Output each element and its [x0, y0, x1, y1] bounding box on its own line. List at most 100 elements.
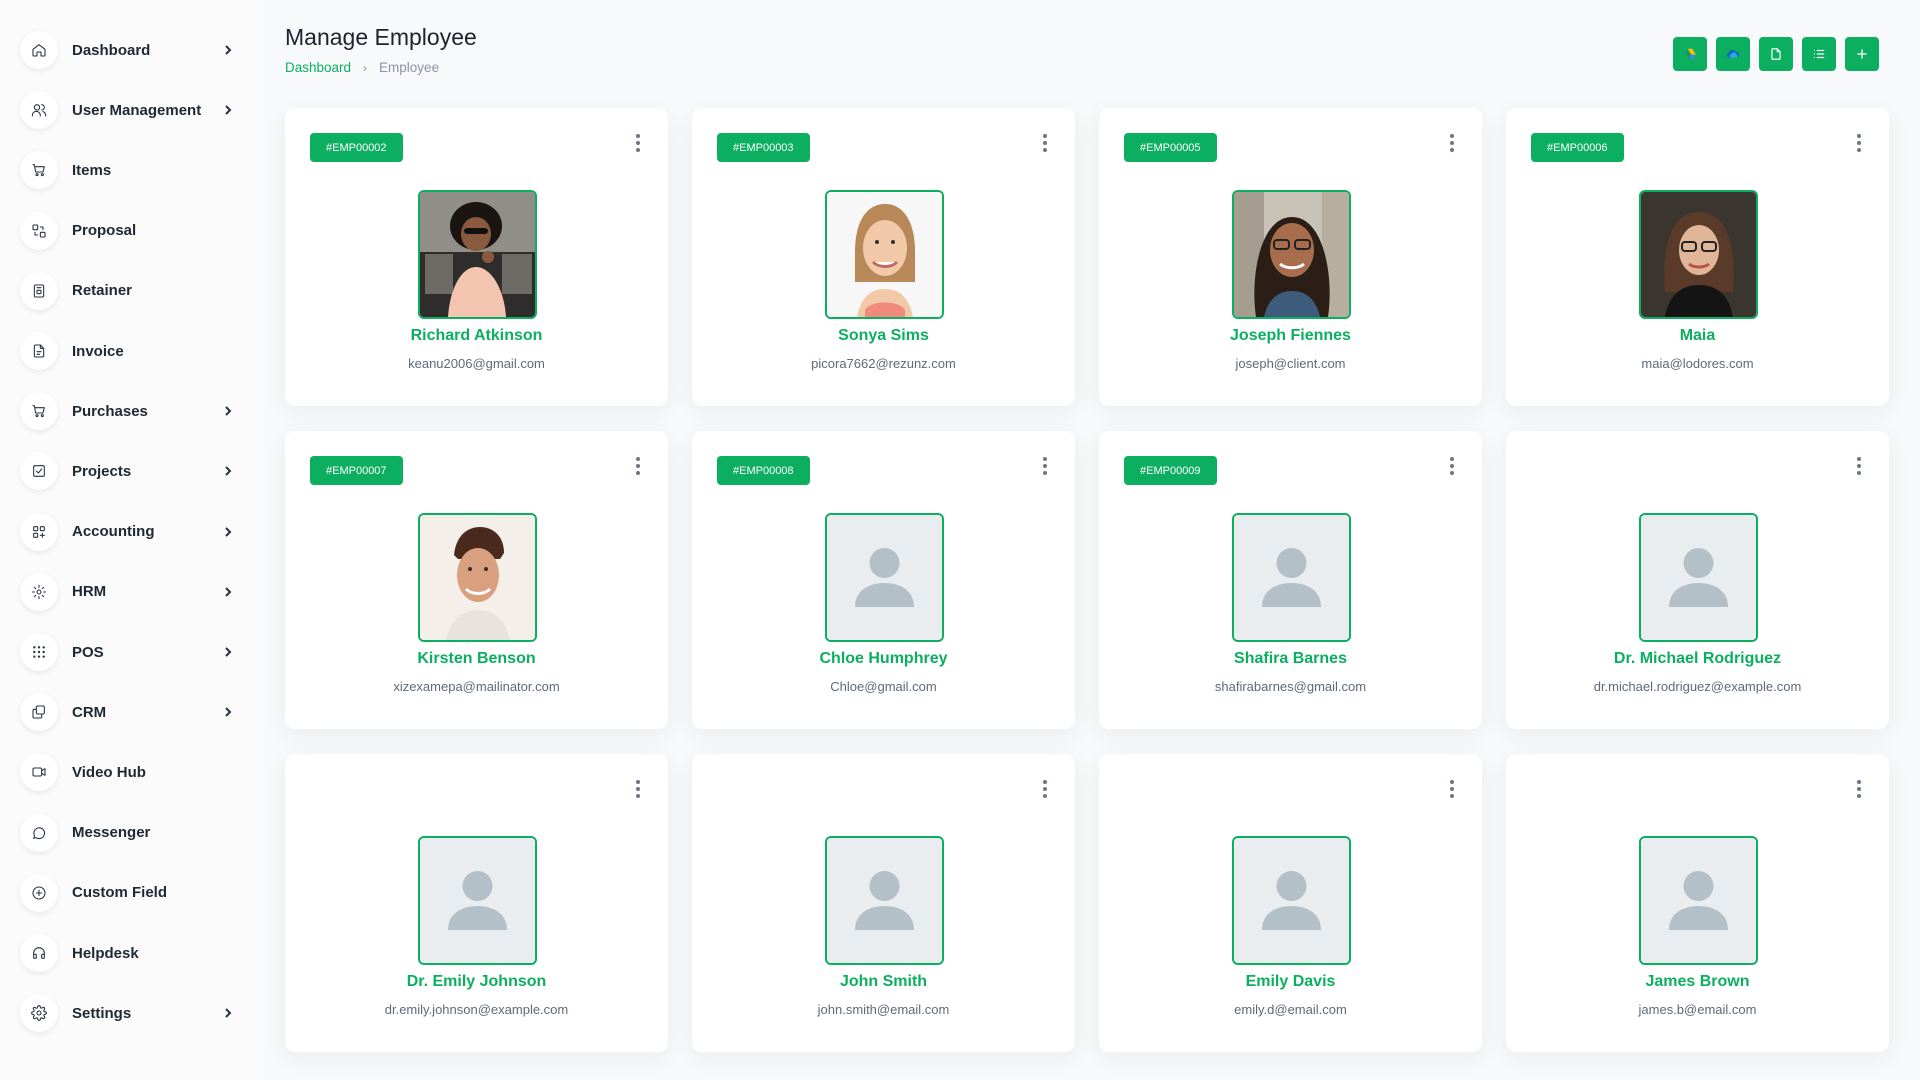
chevron-right-icon — [221, 1006, 235, 1020]
proposal-icon — [20, 211, 58, 250]
employee-name[interactable]: Richard Atkinson — [285, 327, 668, 345]
chevron-right-icon — [221, 43, 235, 57]
employee-id-badge[interactable]: #EMP00008 — [717, 456, 810, 485]
employee-id-badge[interactable]: #EMP00005 — [1124, 133, 1217, 162]
sidebar-item-label: Helpdesk — [72, 944, 139, 962]
employee-card: #EMP00008 Chloe Humphrey Chloe@gmail.com — [692, 431, 1075, 729]
sidebar-item-label: Purchases — [72, 402, 148, 420]
users-icon — [20, 91, 58, 130]
employee-name[interactable]: Dr. Emily Johnson — [285, 973, 668, 991]
sidebar-item-label: Video Hub — [72, 763, 146, 781]
employee-id-badge[interactable]: #EMP00007 — [310, 456, 403, 485]
google-drive-button[interactable] — [1673, 37, 1707, 71]
employee-name[interactable]: James Brown — [1506, 973, 1889, 991]
list-view-button[interactable] — [1802, 37, 1836, 71]
plus-icon — [1855, 47, 1869, 61]
chevron-right-icon: › — [363, 60, 368, 75]
more-options-icon[interactable] — [1444, 455, 1460, 477]
more-options-icon[interactable] — [630, 778, 646, 800]
sidebar-item-settings[interactable]: Settings — [20, 991, 235, 1035]
invoice-icon — [20, 332, 58, 370]
sidebar-item-dashboard[interactable]: Dashboard — [20, 28, 235, 72]
breadcrumb-current: Employee — [379, 60, 440, 75]
breadcrumb: Dashboard › Employee — [285, 60, 439, 75]
chevron-right-icon — [221, 103, 235, 117]
employee-id-badge[interactable]: #EMP00003 — [717, 133, 810, 162]
hrm-icon — [20, 572, 58, 611]
sidebar-item-video-hub[interactable]: Video Hub — [20, 750, 235, 794]
sidebar-item-custom-field[interactable]: Custom Field — [20, 871, 235, 915]
sidebar-item-label: Items — [72, 161, 112, 179]
sidebar-item-label: Dashboard — [72, 41, 151, 59]
video-icon — [20, 753, 58, 792]
plus-circle-icon — [20, 873, 58, 912]
more-options-icon[interactable] — [630, 132, 646, 154]
employee-name[interactable]: Joseph Fiennes — [1099, 327, 1482, 345]
import-button[interactable] — [1759, 37, 1793, 71]
sidebar-item-retainer[interactable]: Retainer — [20, 269, 235, 313]
sidebar-item-proposal[interactable]: Proposal — [20, 209, 235, 253]
avatar-placeholder — [1639, 513, 1758, 642]
sidebar-item-crm[interactable]: CRM — [20, 690, 235, 734]
sidebar-item-items[interactable]: Items — [20, 148, 235, 192]
employee-card: #EMP00005 Joseph Fiennes joseph@client.com — [1099, 108, 1482, 406]
employee-card: #EMP00007 Kirsten Benson xizexamepa@mailin… — [285, 431, 668, 729]
file-icon — [1769, 47, 1783, 61]
sidebar-item-accounting[interactable]: Accounting — [20, 510, 235, 554]
sidebar-item-user-management[interactable]: User Management — [20, 88, 235, 132]
avatar-placeholder — [825, 513, 944, 642]
sidebar-item-messenger[interactable]: Messenger — [20, 811, 235, 855]
employee-email: maia@lodores.com — [1641, 356, 1754, 371]
employee-email: xizexamepa@mailinator.com — [393, 679, 560, 694]
employee-email: keanu2006@gmail.com — [408, 356, 545, 371]
employee-card: Dr. Michael Rodriguez dr.michael.rodrigue… — [1506, 431, 1889, 729]
employee-name[interactable]: Dr. Michael Rodriguez — [1506, 650, 1889, 668]
employee-name[interactable]: John Smith — [692, 973, 1075, 991]
sidebar-item-label: POS — [72, 643, 104, 661]
apps-icon — [20, 512, 58, 551]
chevron-right-icon — [221, 525, 235, 539]
employee-id-badge[interactable]: #EMP00009 — [1124, 456, 1217, 485]
avatar — [1232, 190, 1351, 319]
sidebar-item-label: User Management — [72, 101, 202, 119]
breadcrumb-dashboard-link[interactable]: Dashboard — [285, 60, 351, 75]
more-options-icon[interactable] — [630, 455, 646, 477]
sidebar-item-label: CRM — [72, 703, 107, 721]
more-options-icon[interactable] — [1037, 132, 1053, 154]
employee-name[interactable]: Emily Davis — [1099, 973, 1482, 991]
employee-name[interactable]: Kirsten Benson — [285, 650, 668, 668]
sidebar-item-label: Proposal — [72, 222, 137, 240]
sidebar-item-projects[interactable]: Projects — [20, 449, 235, 493]
employee-name[interactable]: Chloe Humphrey — [692, 650, 1075, 668]
sidebar-item-pos[interactable]: POS — [20, 630, 235, 674]
more-options-icon[interactable] — [1037, 778, 1053, 800]
avatar-placeholder — [1232, 513, 1351, 642]
onedrive-button[interactable] — [1716, 37, 1750, 71]
employee-email: emily.d@email.com — [1234, 1002, 1347, 1017]
sidebar-item-helpdesk[interactable]: Helpdesk — [20, 931, 235, 975]
employee-name[interactable]: Sonya Sims — [692, 327, 1075, 345]
create-button[interactable] — [1845, 37, 1879, 71]
employee-name[interactable]: Maia — [1506, 327, 1889, 345]
more-options-icon[interactable] — [1851, 778, 1867, 800]
more-options-icon[interactable] — [1444, 132, 1460, 154]
employee-email: john.smith@email.com — [817, 1002, 950, 1017]
more-options-icon[interactable] — [1851, 455, 1867, 477]
sidebar-item-invoice[interactable]: Invoice — [20, 329, 235, 373]
more-options-icon[interactable] — [1037, 455, 1053, 477]
chevron-right-icon — [221, 585, 235, 599]
employee-id-badge[interactable]: #EMP00002 — [310, 133, 403, 162]
employee-email: joseph@client.com — [1235, 356, 1346, 371]
retainer-icon — [20, 271, 58, 310]
employee-grid: #EMP00002 Richard Atkinson keanu2006@gmail… — [285, 108, 1889, 1052]
cart-icon — [20, 151, 58, 190]
sidebar-item-label: Custom Field — [72, 884, 168, 902]
more-options-icon[interactable] — [1444, 778, 1460, 800]
sidebar-item-hrm[interactable]: HRM — [20, 570, 235, 614]
employee-name[interactable]: Shafira Barnes — [1099, 650, 1482, 668]
more-options-icon[interactable] — [1851, 132, 1867, 154]
employee-id-badge[interactable]: #EMP00006 — [1531, 133, 1624, 162]
sidebar-item-purchases[interactable]: Purchases — [20, 389, 235, 433]
crm-icon — [20, 693, 58, 732]
employee-card: James Brown james.b@email.com — [1506, 754, 1889, 1052]
